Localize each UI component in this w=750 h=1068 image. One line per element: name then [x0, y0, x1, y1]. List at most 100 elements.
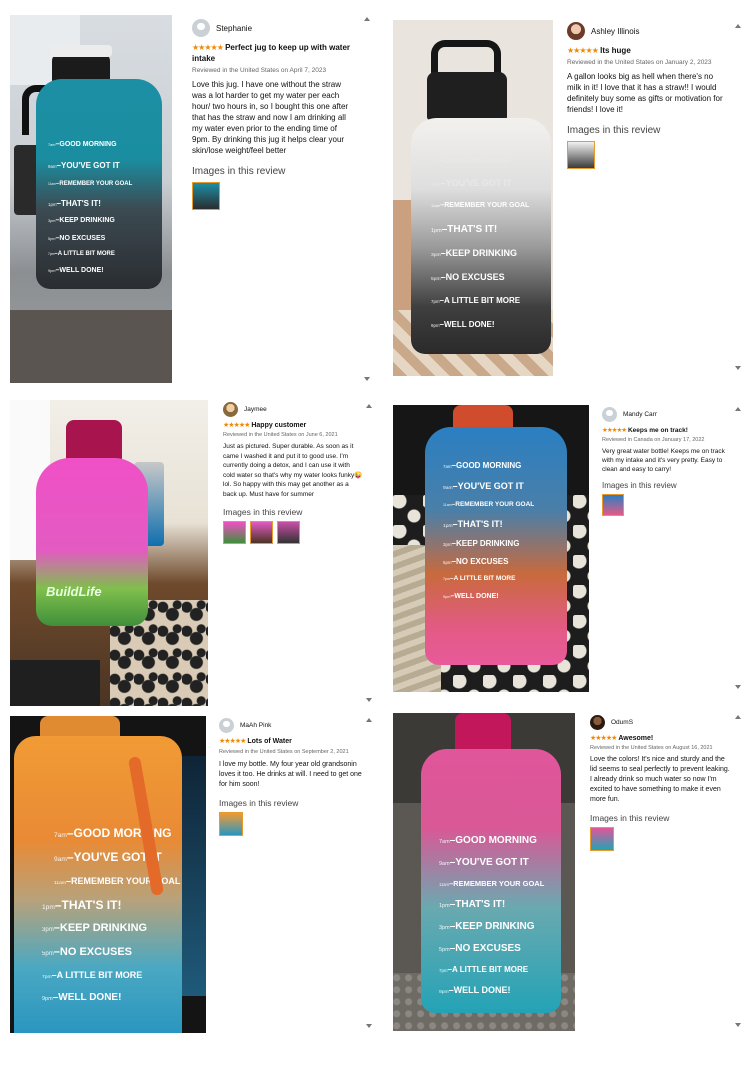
review-title[interactable]: Awesome! — [618, 735, 653, 742]
bottle-line: 3pm–KEEP DRINKING — [439, 921, 535, 932]
review-panel-6: 7am–GOOD MORNING 9am–YOU'VE GOT IT 11am–… — [393, 713, 743, 1031]
scrollbar[interactable] — [364, 17, 370, 381]
scroll-up-arrow-icon[interactable] — [366, 718, 372, 722]
review-image-thumbnail[interactable] — [219, 812, 243, 836]
star-rating: ★★★★★ — [219, 738, 246, 745]
bottle-line: 9am–YOU'VE GOT IT — [431, 178, 512, 188]
review-image-thumbnail[interactable] — [590, 827, 614, 851]
review-photo[interactable]: 7am–GOOD MORNING 9am–YOU'VE GOT IT 11am–… — [393, 713, 575, 1031]
review-image-thumbnail[interactable] — [602, 494, 624, 516]
review-title[interactable]: Keeps me on track! — [628, 427, 688, 434]
bottle-line: 9am–YOU'VE GOT IT — [48, 161, 120, 170]
star-rating: ★★★★★ — [192, 43, 224, 52]
scroll-down-arrow-icon[interactable] — [735, 685, 741, 689]
scroll-up-arrow-icon[interactable] — [364, 17, 370, 21]
user-avatar-icon — [602, 407, 617, 422]
images-label: Images in this review — [219, 798, 299, 808]
bottle-line: 7am–GOOD MORNING — [431, 156, 510, 165]
bottle-line: 5pm–NO EXCUSES — [48, 235, 106, 242]
bottle-line: 1pm–THAT'S IT! — [42, 898, 122, 912]
water-jug: 7am–GOOD MORNING 9am–YOU'VE GOT IT 11am–… — [421, 749, 561, 1013]
user-avatar-icon — [223, 402, 238, 417]
review-title[interactable]: Happy customer — [251, 422, 306, 429]
bottle-line: 7pm–A LITTLE BIT MORE — [48, 251, 115, 257]
star-rating: ★★★★★ — [223, 422, 250, 429]
review-title[interactable]: Its huge — [600, 46, 631, 55]
review-photo[interactable]: 7am–GOOD MORNING 9am–YOU'VE GOT IT 11am–… — [10, 716, 206, 1033]
reviewer-name[interactable]: OdumS — [611, 719, 633, 726]
review-title[interactable]: Lots of Water — [247, 738, 291, 745]
review-body: Love this jug. I have one without the st… — [192, 80, 349, 155]
scroll-up-arrow-icon[interactable] — [366, 404, 372, 408]
bottle-line: 9pm–WELL DONE! — [431, 320, 495, 329]
review-image-thumbnail[interactable] — [192, 182, 220, 210]
bottle-line: 3pm–KEEP DRINKING — [431, 248, 517, 258]
review-photo[interactable]: 7am–GOOD MORNING 9am–YOU'VE GOT IT 11am–… — [10, 15, 172, 383]
star-rating: ★★★★★ — [602, 427, 627, 434]
reviewer-name[interactable]: Mandy Carr — [623, 411, 657, 418]
review-image-thumbnail[interactable] — [277, 521, 300, 544]
reviewer-name[interactable]: Ashley Illinois — [591, 27, 639, 36]
reviewer: Stephanie — [192, 19, 356, 37]
user-avatar-icon — [219, 718, 234, 733]
review-body: A gallon looks big as hell when there's … — [567, 72, 723, 114]
review-photo[interactable]: 7am–GOOD MORNING 9am–YOU'VE GOT IT 11am–… — [393, 405, 589, 692]
scroll-down-arrow-icon[interactable] — [735, 366, 741, 370]
bottle-line: 7pm–A LITTLE BIT MORE — [443, 575, 516, 582]
bottle-line: 9am–YOU'VE GOT IT — [439, 857, 529, 868]
scrollbar[interactable] — [366, 718, 372, 1028]
reviewer-name[interactable]: MaAh Pink — [240, 722, 271, 729]
bottle-line: 9pm–WELL DONE! — [48, 267, 104, 274]
scrollbar[interactable] — [735, 715, 741, 1027]
reviewer: Jaymee — [223, 402, 363, 417]
scrollbar[interactable] — [366, 404, 372, 702]
review-card: Stephanie ★★★★★ Perfect jug to keep up w… — [188, 15, 360, 383]
bottle-line: 1pm–THAT'S IT! — [431, 224, 498, 235]
review-panel-2: 7am–GOOD MORNING 9am–YOU'VE GOT IT 11am–… — [393, 20, 743, 376]
review-card: MaAh Pink ★★★★★ Lots of Water Reviewed i… — [216, 716, 366, 1033]
scroll-up-arrow-icon[interactable] — [735, 715, 741, 719]
scroll-down-arrow-icon[interactable] — [364, 377, 370, 381]
reviewer: MaAh Pink — [219, 718, 363, 733]
images-label: Images in this review — [223, 507, 303, 517]
star-rating: ★★★★★ — [590, 735, 617, 742]
images-label: Images in this review — [590, 813, 670, 823]
bottle-line: 1pm–THAT'S IT! — [443, 519, 503, 529]
review-image-thumbnail[interactable] — [250, 521, 273, 544]
bottle-line: 1pm–THAT'S IT! — [439, 899, 506, 910]
review-image-thumbnail[interactable] — [223, 521, 246, 544]
reviewer-name[interactable]: Stephanie — [216, 24, 252, 33]
scrollbar[interactable] — [735, 407, 741, 689]
bottle-line: 11am–REMEMBER YOUR GOAL — [48, 181, 133, 187]
review-image-thumbnail[interactable] — [567, 141, 595, 169]
scroll-down-arrow-icon[interactable] — [366, 698, 372, 702]
review-photo[interactable]: BuildLife — [10, 400, 208, 706]
bottle-line: 11am–REMEMBER YOUR GOAL — [443, 501, 535, 508]
scroll-down-arrow-icon[interactable] — [735, 1023, 741, 1027]
bottle-line: 9am–YOU'VE GOT IT — [443, 481, 524, 491]
review-date: Reviewed in the United States on June 6,… — [223, 432, 338, 438]
bottle-line: 9pm–WELL DONE! — [443, 593, 499, 600]
bottle-brand: BuildLife — [46, 584, 102, 599]
scrollbar[interactable] — [735, 24, 741, 370]
review-card: Jaymee ★★★★★ Happy customer Reviewed in … — [220, 400, 366, 706]
bottle-line: 9pm–WELL DONE! — [42, 992, 122, 1003]
user-avatar-icon — [590, 715, 605, 730]
scroll-up-arrow-icon[interactable] — [735, 24, 741, 28]
images-label: Images in this review — [567, 125, 661, 136]
bottle-line: 7pm–A LITTLE BIT MORE — [42, 970, 143, 980]
review-card: Mandy Carr ★★★★★ Keeps me on track! Revi… — [599, 405, 733, 692]
review-photo[interactable]: 7am–GOOD MORNING 9am–YOU'VE GOT IT 11am–… — [393, 20, 553, 376]
review-date: Reviewed in the United States on April 7… — [192, 67, 327, 74]
review-card: Ashley Illinois ★★★★★ Its huge Reviewed … — [563, 20, 731, 376]
water-jug: 7am–GOOD MORNING 9am–YOU'VE GOT IT 11am–… — [36, 79, 162, 289]
review-body: Very great water bottle! Keeps me on tra… — [602, 448, 725, 473]
reviewer-name[interactable]: Jaymee — [244, 406, 267, 413]
review-panel-4: 7am–GOOD MORNING 9am–YOU'VE GOT IT 11am–… — [393, 405, 743, 692]
water-jug: BuildLife — [36, 458, 148, 626]
scroll-down-arrow-icon[interactable] — [366, 1024, 372, 1028]
bottle-line: 5pm–NO EXCUSES — [42, 946, 133, 958]
review-body: I love my bottle. My four year old grand… — [219, 761, 362, 788]
scroll-up-arrow-icon[interactable] — [735, 407, 741, 411]
review-panel-5: 7am–GOOD MORNING 9am–YOU'VE GOT IT 11am–… — [10, 716, 372, 1033]
